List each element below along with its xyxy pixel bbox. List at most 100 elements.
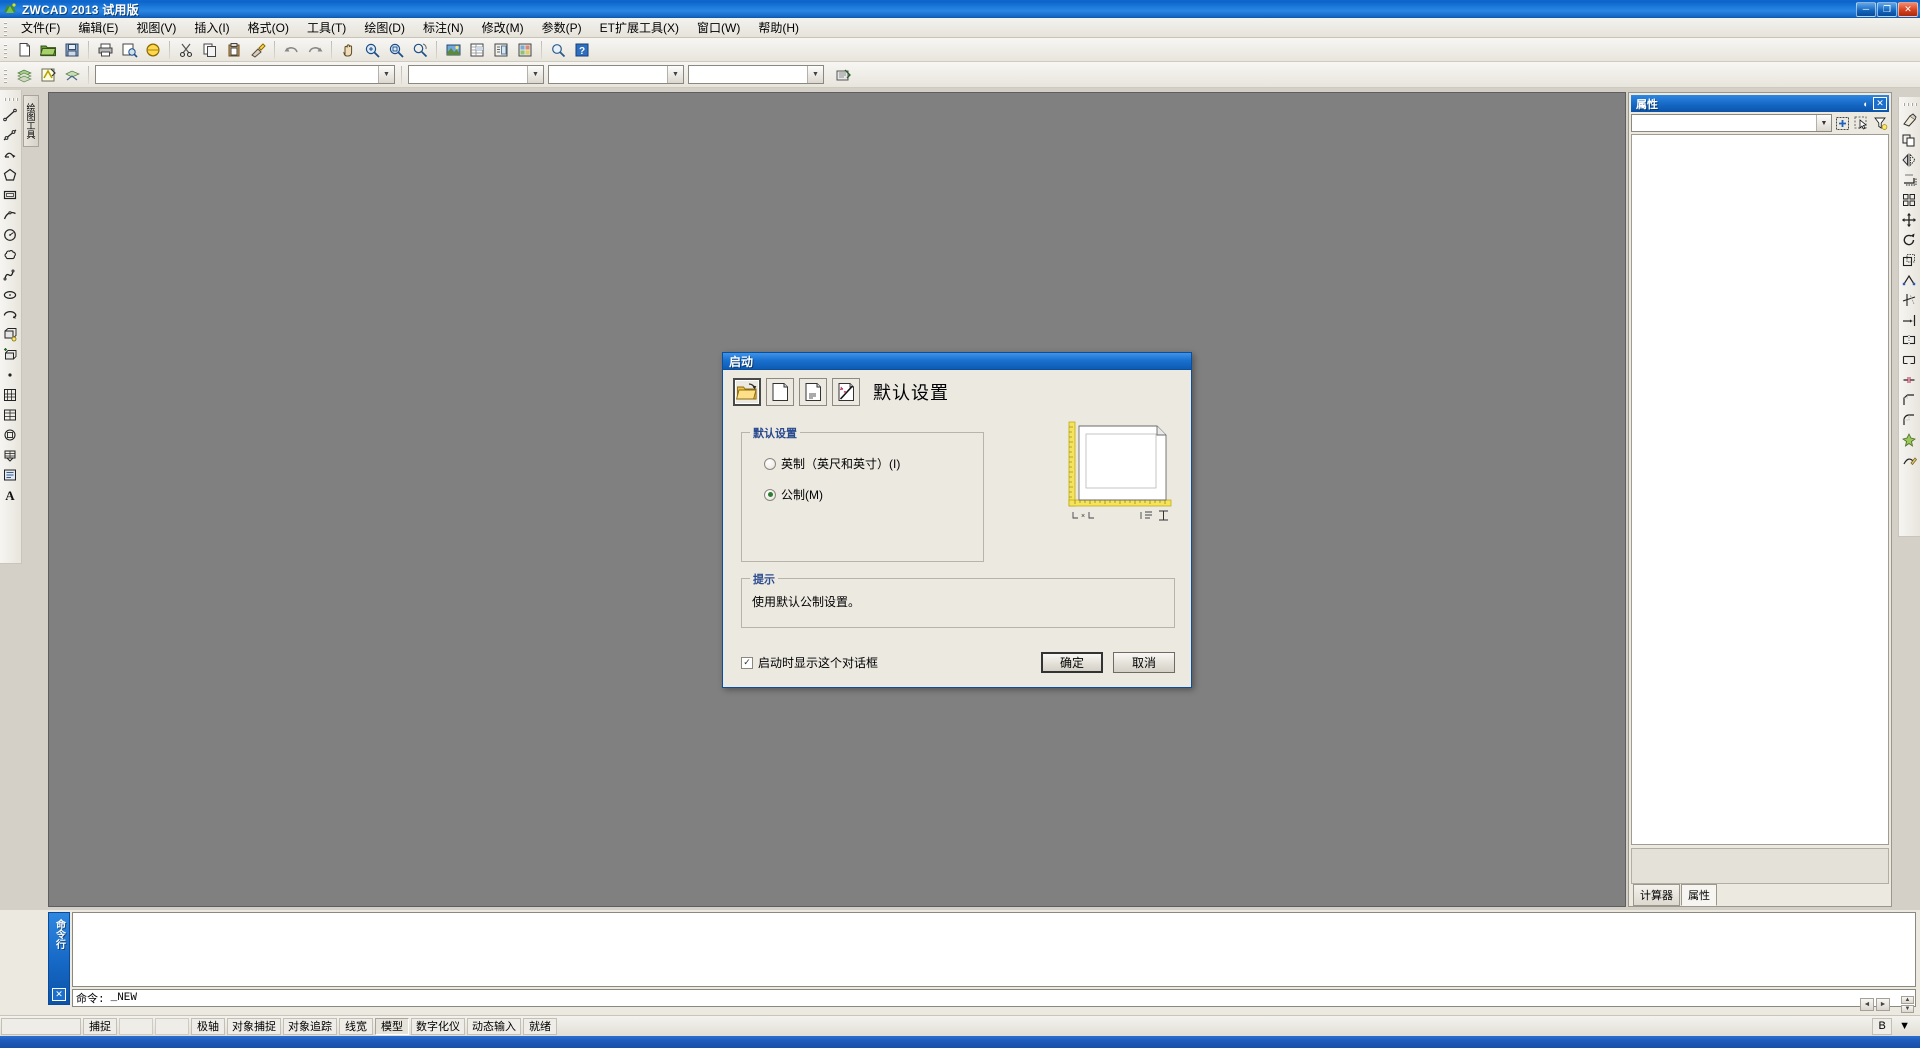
construction-line-icon[interactable] [1,125,21,145]
chevron-down-icon[interactable]: ▼ [527,66,543,83]
redo-icon[interactable] [304,39,326,61]
break-at-point-icon[interactable] [1900,330,1920,350]
design-center-icon[interactable] [490,39,512,61]
rotate-icon[interactable] [1900,230,1920,250]
tab-properties[interactable]: 属性 [1681,884,1717,906]
pickadd-icon[interactable] [1834,115,1851,132]
offset-icon[interactable] [1900,170,1920,190]
point-icon[interactable] [1,365,21,385]
polyline-icon[interactable] [1,145,21,165]
minimize-button[interactable]: ─ [1856,1,1876,17]
show-on-startup-checkbox-row[interactable]: ✓ 启动时显示这个对话框 [741,654,878,671]
help-icon[interactable]: ? [571,39,593,61]
make-block-icon[interactable] [1,345,21,365]
layer-manager-icon[interactable] [13,64,35,86]
zoom-window-icon[interactable] [385,39,407,61]
gradient-icon[interactable] [1,405,21,425]
arc-icon[interactable] [1,205,21,225]
array-icon[interactable] [1900,190,1920,210]
trim-icon[interactable] [1900,290,1920,310]
undo-icon[interactable] [280,39,302,61]
command-scroll-left-button[interactable]: ◄ [1860,998,1874,1011]
hatch-icon[interactable] [1,385,21,405]
command-scroll-right-button[interactable]: ► [1876,998,1890,1011]
move-icon[interactable] [1900,210,1920,230]
region-icon[interactable] [1,425,21,445]
lineweight-combo[interactable]: ▼ [688,65,824,84]
status-polar[interactable]: 极轴 [191,1017,225,1035]
table-icon[interactable] [1,445,21,465]
render-icon[interactable] [442,39,464,61]
fillet-icon[interactable] [1900,410,1920,430]
multiline-text-icon[interactable] [1,465,21,485]
match-properties-icon[interactable] [247,39,269,61]
quick-find-icon[interactable] [547,39,569,61]
command-line-titlebar[interactable]: 命令行 ✕ [48,912,70,1005]
command-scroll-up-button[interactable]: ▲ [1901,996,1914,1004]
open-icon[interactable] [37,39,59,61]
single-text-icon[interactable]: A [1,485,21,505]
restore-button[interactable]: ❐ [1877,1,1897,17]
auto-hide-icon[interactable]: ◖ [1858,97,1872,110]
layer-previous-icon[interactable] [61,64,83,86]
cut-icon[interactable] [175,39,197,61]
status-bold-indicator[interactable]: B [1872,1017,1893,1035]
circle-icon[interactable] [1,225,21,245]
radio-imperial[interactable]: 英制（英尺和英寸）(I) [764,455,983,472]
chevron-down-icon[interactable]: ▼ [807,66,823,83]
polygon-icon[interactable] [1,165,21,185]
chamfer-icon[interactable] [1900,390,1920,410]
radio-imperial-button[interactable] [764,457,776,470]
pan-icon[interactable] [337,39,359,61]
status-snap[interactable]: 捕捉 [83,1017,117,1035]
command-scroll-down-button[interactable]: ▼ [1901,1005,1914,1013]
revision-cloud-icon[interactable] [1,245,21,265]
plot-style-icon[interactable] [832,64,854,86]
select-objects-icon[interactable] [1853,115,1870,132]
line-icon[interactable] [1,105,21,125]
ok-button[interactable]: 确定 [1041,652,1103,673]
properties-object-combo[interactable]: ▼ [1631,114,1832,132]
close-icon[interactable]: ✕ [1873,97,1887,110]
modify-toolbar-grip[interactable] [1902,102,1917,108]
new-icon[interactable] [13,39,35,61]
erase-icon[interactable] [1900,110,1920,130]
layer-toolbar-grip[interactable] [2,66,9,83]
standard-toolbar-grip[interactable] [2,41,9,58]
status-tablet[interactable]: 数字化仪 [411,1017,465,1035]
explode-icon[interactable] [1900,430,1920,450]
draw-toolbar-tab[interactable]: 绘图工具 [23,95,39,147]
spline-icon[interactable] [1,265,21,285]
layer-state-icon[interactable] [37,64,59,86]
draw-toolbar-grip[interactable] [3,97,18,103]
close-icon[interactable]: ✕ [52,988,66,1001]
chevron-down-icon[interactable]: ▼ [378,66,394,83]
save-icon[interactable] [61,39,83,61]
zoom-realtime-icon[interactable] [361,39,383,61]
status-osnap[interactable]: 对象捕捉 [227,1017,281,1035]
status-expand-arrow[interactable]: ▼ [1894,1018,1915,1035]
chevron-down-icon[interactable]: ▼ [667,66,683,83]
tab-calculator[interactable]: 计算器 [1633,884,1680,906]
copy-icon[interactable] [199,39,221,61]
break-icon[interactable] [1900,350,1920,370]
menu-parametric[interactable]: 参数(P) [533,17,591,38]
radio-metric-button[interactable] [764,488,776,501]
properties-icon[interactable] [466,39,488,61]
cancel-button[interactable]: 取消 [1113,652,1175,673]
status-dyninput[interactable]: 动态输入 [467,1017,521,1035]
command-history[interactable] [72,912,1916,987]
open-drawing-icon[interactable] [733,378,761,406]
paste-icon[interactable] [223,39,245,61]
ellipse-arc-icon[interactable] [1,305,21,325]
close-button[interactable]: ✕ [1898,1,1918,17]
scale-icon[interactable] [1900,250,1920,270]
show-on-startup-checkbox[interactable]: ✓ [741,656,753,669]
rectangle-icon[interactable] [1,185,21,205]
status-ready[interactable]: 就绪 [523,1017,557,1035]
zoom-previous-icon[interactable] [409,39,431,61]
color-combo[interactable]: ▼ [408,65,544,84]
chevron-down-icon[interactable]: ▼ [1816,115,1831,131]
stretch-icon[interactable] [1900,270,1920,290]
command-input-line[interactable]: 命令: _NEW [72,989,1916,1007]
